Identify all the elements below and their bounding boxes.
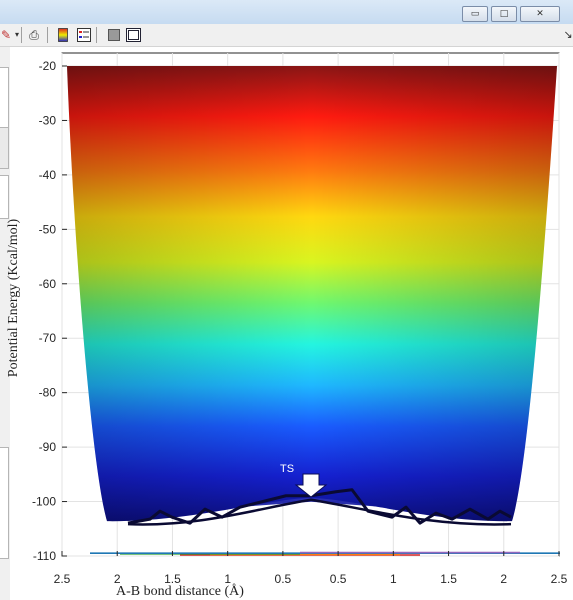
x-tick-label: 0.5: [275, 572, 292, 586]
y-tick-label: -40: [39, 168, 57, 182]
y-tick-label: -50: [39, 222, 57, 236]
potential-energy-surface: [67, 66, 557, 522]
y-tick-label: -60: [39, 277, 57, 291]
x-axis-label: A-B bond distance (Å): [116, 584, 244, 599]
y-tick-label: -110: [33, 549, 56, 563]
x-tick-label: 2.5: [551, 572, 568, 586]
y-tick-label: -70: [39, 331, 57, 345]
x-tick-label: 1.5: [440, 572, 457, 586]
y-tick-label: -80: [39, 386, 57, 400]
y-axis-label: Potential Energy (Kcal/mol): [6, 218, 21, 378]
x-tick-label: 2: [500, 572, 507, 586]
y-tick-label: -30: [39, 113, 57, 127]
ts-label: TS: [280, 463, 294, 475]
energy-surface-shading: [67, 66, 557, 522]
y-tick-label: -20: [39, 59, 57, 73]
y-tick-label: -100: [32, 495, 56, 509]
x-tick-label: 2.5: [54, 572, 71, 586]
x-tick-label: 1: [390, 572, 397, 586]
x-tick-label: 0.5: [330, 572, 347, 586]
energy-profile-chart: -20 -30 -40 -50 -60 -70 -80 -90 -100 -110 2.5 2 1.5 1…: [32, 52, 568, 586]
y-tick-label: -90: [39, 440, 57, 454]
